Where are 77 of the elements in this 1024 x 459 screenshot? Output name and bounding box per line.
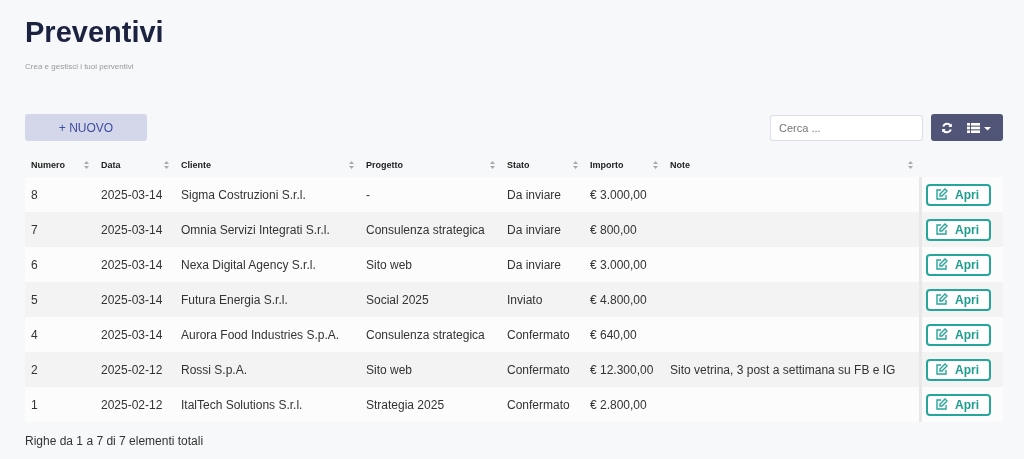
table-cell: Rossi S.p.A.	[181, 362, 248, 377]
column-header[interactable]: Importo	[590, 160, 624, 170]
table-cell: € 12.300,00	[590, 362, 654, 377]
table-cell: Inviato	[507, 292, 543, 307]
edit-icon	[935, 258, 948, 271]
sort-icon[interactable]	[349, 161, 354, 169]
sort-icon[interactable]	[490, 161, 495, 169]
column-header[interactable]: Numero	[31, 160, 65, 170]
open-button[interactable]: Apri	[926, 253, 991, 276]
table-cell: -	[366, 187, 370, 202]
table-cell: Da inviare	[507, 187, 562, 202]
open-button[interactable]: Apri	[926, 288, 991, 311]
table-cell: Sito vetrina, 3 post a settimana su FB e IG	[670, 362, 896, 377]
table-cell: 5	[31, 292, 38, 307]
search-field[interactable]: Cerca ...	[770, 114, 923, 141]
edit-icon	[935, 188, 948, 201]
table-cell: ItalTech Solutions S.r.l.	[181, 397, 303, 412]
open-button[interactable]: Apri	[926, 358, 991, 381]
list-view-dropdown-icon[interactable]	[967, 121, 993, 134]
table-cell: 1	[31, 397, 38, 412]
table-cell: Confermato	[507, 362, 570, 377]
open-button[interactable]: Apri	[926, 323, 991, 346]
table-cell: 2025-02-12	[101, 397, 163, 412]
table-cell: 2	[31, 362, 38, 377]
edit-icon	[935, 363, 948, 376]
table-cell: 2025-03-14	[101, 327, 163, 342]
table-cell: 2025-03-14	[101, 257, 163, 272]
table-cell: Consulenza strategica	[366, 327, 485, 342]
table-cell: Strategia 2025	[366, 397, 445, 412]
table-cell: Sigma Costruzioni S.r.l.	[181, 187, 306, 202]
table-cell: € 640,00	[590, 327, 637, 342]
column-header[interactable]: Note	[670, 160, 690, 170]
table-cell: € 800,00	[590, 222, 637, 237]
sort-icon[interactable]	[653, 161, 658, 169]
sort-icon[interactable]	[908, 161, 913, 169]
pagination-info: Righe da 1 a 7 di 7 elementi totali	[25, 434, 205, 448]
sort-icon[interactable]	[573, 161, 578, 169]
table-cell: € 2.800,00	[590, 397, 647, 412]
table-cell: Da inviare	[507, 257, 562, 272]
table-cell: € 4.800,00	[590, 292, 647, 307]
table-cell: Sito web	[366, 362, 413, 377]
column-header[interactable]: Progetto	[366, 160, 403, 170]
open-button[interactable]: Apri	[926, 218, 991, 241]
table-cell: Aurora Food Industries S.p.A.	[181, 327, 340, 342]
table-cell: Nexa Digital Agency S.r.l.	[181, 257, 316, 272]
edit-icon	[935, 293, 948, 306]
table-cell: Confermato	[507, 327, 570, 342]
table-cell: Futura Energia S.r.l.	[181, 292, 288, 307]
table-cell: Da inviare	[507, 222, 562, 237]
new-button[interactable]: + NUOVO	[25, 114, 147, 141]
table-cell: Sito web	[366, 257, 413, 272]
edit-icon	[935, 328, 948, 341]
page-title: Preventivi	[25, 15, 165, 50]
table-cell: € 3.000,00	[590, 257, 647, 272]
table-cell: 8	[31, 187, 38, 202]
table-cell: Confermato	[507, 397, 570, 412]
table-cell: 2025-03-14	[101, 187, 163, 202]
table-cell: € 3.000,00	[590, 187, 647, 202]
column-header[interactable]: Data	[101, 160, 121, 170]
open-button[interactable]: Apri	[926, 183, 991, 206]
column-header[interactable]: Cliente	[181, 160, 211, 170]
table-cell: 6	[31, 257, 38, 272]
edit-icon	[935, 398, 948, 411]
table-cell: Omnia Servizi Integrati S.r.l.	[181, 222, 330, 237]
sort-icon[interactable]	[84, 161, 89, 169]
table-cell: 2025-03-14	[101, 222, 163, 237]
table-cell: 7	[31, 222, 38, 237]
open-button[interactable]: Apri	[926, 393, 991, 416]
refresh-icon[interactable]	[941, 121, 953, 134]
table-cell: 2025-02-12	[101, 362, 163, 377]
table-cell: Consulenza strategica	[366, 222, 485, 237]
column-header[interactable]: Stato	[507, 160, 530, 170]
table-cell: 4	[31, 327, 38, 342]
sort-icon[interactable]	[164, 161, 169, 169]
edit-icon	[935, 223, 948, 236]
table-cell: Social 2025	[366, 292, 429, 307]
table-cell: 2025-03-14	[101, 292, 163, 307]
